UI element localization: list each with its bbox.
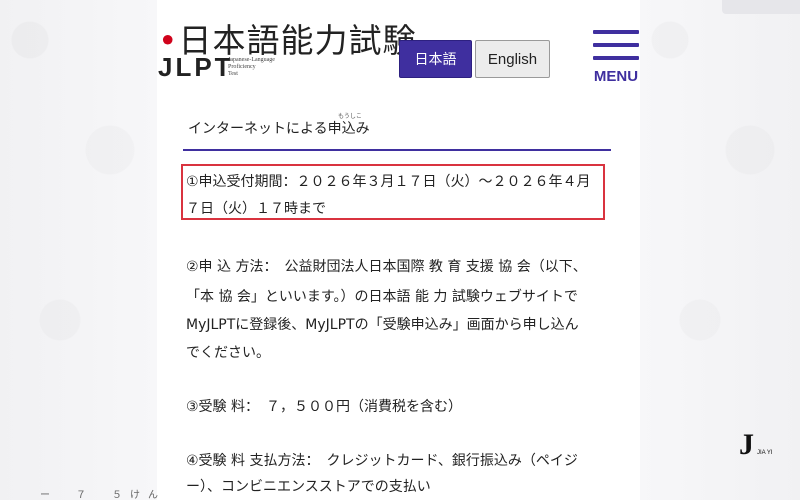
jlpt-logo-subtitle: Japanese-Language Proficiency Test — [228, 57, 275, 77]
page: •日本語能力試験 JLPT Japanese-Language Proficie… — [0, 0, 800, 500]
corner-fragment — [722, 0, 800, 14]
item2-line2: 「本 協 会」といいます。）の日本語 能 力 試験ウェブサイトで — [186, 289, 578, 305]
jlpt-logo-mark[interactable]: JLPT — [158, 52, 234, 83]
hamburger-icon — [593, 43, 639, 47]
item2-line4: でください。 — [186, 345, 270, 361]
menu-button[interactable]: MENU — [590, 30, 642, 88]
section-divider — [183, 149, 611, 151]
item2-line1: ②申 込 方法： 公益財団法人日本国際 教 育 支援 協 会（以下、 — [186, 259, 587, 275]
bottom-left-fragment: ー ７ ５けん — [40, 490, 166, 500]
background-pattern-right — [640, 0, 800, 500]
item1-line2: ７日（火）１７時まで — [186, 201, 326, 217]
item2-line3: MyJLPTに登録後、MyJLPTの「受験申込み」画面から申し込ん — [186, 317, 579, 333]
item1-line1: ①申込受付期間：２０２６年３月１７日（火）～２０２６年４月 — [186, 174, 591, 190]
watermark-logo: J JIA YI — [739, 428, 773, 461]
item4-line2: ー）、コンビニエンスストアでの支払い — [186, 479, 431, 495]
hamburger-icon — [593, 30, 639, 34]
section-title: インターネットによる申込み — [188, 121, 370, 137]
background-pattern-left — [0, 0, 157, 500]
hamburger-icon — [593, 56, 639, 60]
language-english-button[interactable]: English — [475, 40, 550, 78]
item3-fee: ③受験 料： ７，５００円（消費税を含む） — [186, 399, 462, 415]
menu-label: MENU — [593, 68, 639, 85]
language-japanese-button[interactable]: 日本語 — [399, 40, 472, 78]
